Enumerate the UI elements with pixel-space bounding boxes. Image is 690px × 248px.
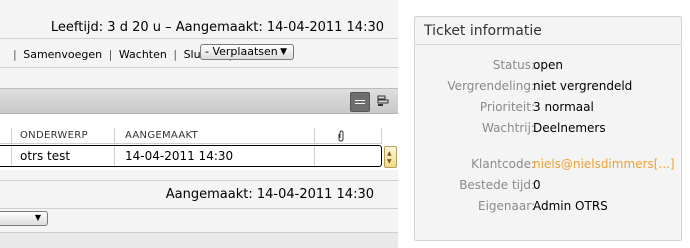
dropdown-arrow-icon: ▼ [280,47,287,57]
status-label: Status: [492,58,535,72]
owner-value: Admin OTRS [533,199,608,213]
owner-label: Eigenaar: [478,199,535,213]
priority-label: Prioriteit: [479,100,535,114]
customer-id-label: Klantcode: [471,157,535,171]
queue-label: Wachtrij: [481,121,535,135]
status-value: open [533,58,563,72]
pending-link[interactable]: Wachten [119,48,167,61]
action-toolbar: | Samenvoegen | Wachten | Sluiten | - Ve… [0,38,398,68]
row-subject: otrs test [20,149,71,163]
paperclip-icon [336,130,346,145]
time-spent-label: Bestede tijd: [459,178,535,192]
column-divider [11,146,12,166]
article-header-bar: Aangemaakt: 14-04-2011 14:30 [0,180,398,208]
ticket-info-title: Ticket informatie [424,23,542,39]
collapse-view-button[interactable] [350,92,370,112]
article-view-bar [0,88,398,114]
column-divider [314,146,315,166]
column-divider [381,128,382,144]
scroll-up-icon: ▲ [387,150,392,157]
paperclip-icon-svg [338,130,344,142]
article-table: ONDERWERP AANGEMAAKT otrs test 14-04-201… [0,114,398,170]
article-action-bar: ▼ [0,208,398,228]
move-queue-select-value: - Verplaatsen - [205,45,286,58]
priority-value: 3 normaal [533,100,594,114]
move-queue-select[interactable]: - Verplaatsen - ▼ [200,44,294,60]
time-spent-value: 0 [533,178,541,192]
ticket-age-text: Leeftijd: 3 d 20 u – Aangemaakt: 14-04-2… [50,20,384,35]
scroll-down-icon: ▼ [387,158,392,165]
merge-link[interactable]: Samenvoegen [23,48,102,61]
collapse-icon [355,100,365,104]
column-header-created[interactable]: AANGEMAAKT [125,130,198,141]
table-header: ONDERWERP AANGEMAAKT [0,128,382,144]
dropdown-arrow-icon: ▼ [34,213,41,222]
ticket-age-bar: Leeftijd: 3 d 20 u – Aangemaakt: 14-04-2… [0,16,398,38]
separator: | [173,48,178,61]
article-created-text: Aangemaakt: 14-04-2011 14:30 [165,187,374,202]
queue-value: Deelnemers [533,121,606,135]
customer-id-link[interactable]: niels@nielsdimmers[...] [533,157,675,171]
ticket-zoom-main: Leeftijd: 3 d 20 u – Aangemaakt: 14-04-2… [0,0,398,248]
article-bottom-bar [0,232,398,248]
expand-view-button[interactable] [374,92,394,112]
lock-label: Vergrendeling: [447,79,535,93]
expand-view-icon [377,95,389,106]
separator: | [108,48,113,61]
column-header-subject[interactable]: ONDERWERP [20,130,88,141]
row-created: 14-04-2011 14:30 [125,149,234,163]
ticket-info-header: Ticket informatie [415,17,681,45]
spacer [0,68,398,88]
table-scrollbar[interactable]: ▲ ▼ [384,146,397,168]
separator: | [13,48,17,61]
column-divider [114,146,115,166]
article-action-select[interactable]: ▼ [0,211,48,226]
column-divider [11,128,12,144]
table-row[interactable]: otrs test 14-04-2011 14:30 [0,145,382,167]
column-divider [314,128,315,144]
lock-value: niet vergrendeld [533,79,633,93]
column-divider [114,128,115,144]
ticket-info-panel: Ticket informatie Status: open Vergrende… [414,16,682,241]
